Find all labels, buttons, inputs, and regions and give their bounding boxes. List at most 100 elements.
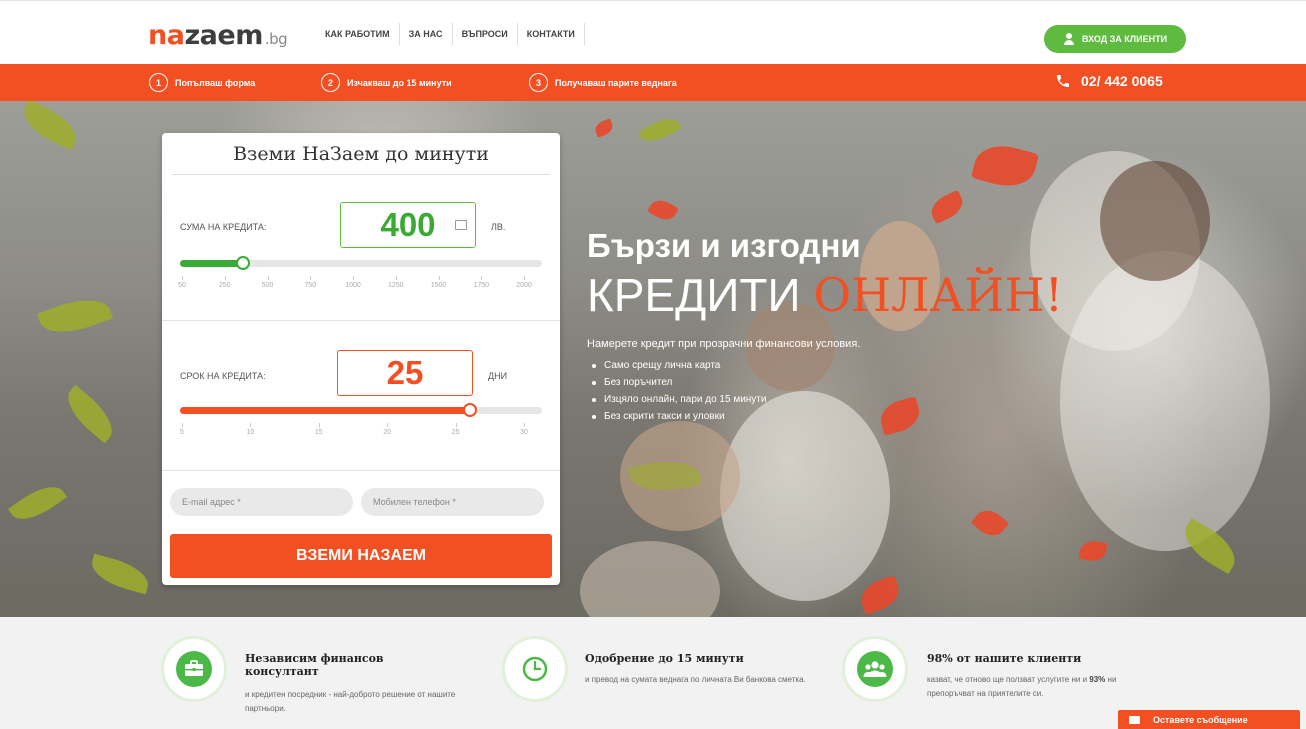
feature-approval-badge bbox=[502, 636, 568, 702]
step-2-label: Изчакваш до 15 минути bbox=[347, 77, 452, 88]
hero-bullet: Само срещу лична карта bbox=[587, 357, 1063, 374]
scale-tick-label: 1500 bbox=[430, 282, 447, 289]
hero-bullet: Изцяло онлайн, пари до 15 минути bbox=[587, 391, 1063, 408]
hero-bullets: Само срещу лична карта Без поръчител Изц… bbox=[587, 357, 1063, 425]
scale-tick bbox=[524, 423, 525, 427]
nav-how-we-work[interactable]: КАК РАБОТИМ bbox=[316, 23, 399, 45]
logo-part-zaem: zaem bbox=[184, 20, 263, 51]
scale-tick-label: 25 bbox=[451, 429, 460, 436]
loan-amount-label: СУМА НА КРЕДИТА: bbox=[180, 222, 267, 232]
loan-amount-slider[interactable] bbox=[180, 256, 542, 270]
scale-tick bbox=[318, 423, 320, 427]
feature-approval-title: Одобрение до 15 минути bbox=[585, 652, 744, 665]
nav-about-us[interactable]: ЗА НАС bbox=[398, 23, 452, 45]
leave-message-button[interactable]: Оставете съобщение bbox=[1118, 710, 1300, 729]
loan-amount-value: 400 bbox=[380, 206, 436, 243]
client-login-button[interactable]: ВХОД ЗА КЛИЕНТИ bbox=[1044, 25, 1186, 53]
scale-tick-label: 5 bbox=[180, 429, 184, 436]
phone-icon bbox=[1057, 75, 1069, 87]
loan-term-label: СРОК НА КРЕДИТА: bbox=[180, 371, 266, 381]
loan-amount-slider-fill bbox=[180, 260, 244, 267]
scale-tick-label: 50 bbox=[178, 282, 186, 289]
scale-tick-label: 250 bbox=[218, 282, 231, 289]
mobile-phone-field[interactable]: Мобилен телефон * bbox=[361, 488, 544, 516]
get-loan-button[interactable]: ВЗЕМИ НАЗАЕМ bbox=[170, 534, 552, 578]
leave-message-label: Оставете съобщение bbox=[1153, 714, 1248, 725]
feature-satisfaction: 98% от нашите клиенти казват, че отново … bbox=[842, 617, 1162, 729]
form-title-divider bbox=[172, 174, 550, 175]
user-icon bbox=[1063, 33, 1075, 45]
hero-bullet: Без скрити такси и уловки bbox=[587, 408, 1063, 425]
scale-tick bbox=[310, 276, 312, 280]
feature-approval: Одобрение до 15 минути и превод на сумат… bbox=[502, 617, 822, 729]
loan-term-scale: 5 10 15 20 25 30 bbox=[180, 423, 542, 441]
loan-term-slider[interactable] bbox=[180, 403, 542, 417]
form-title: Вземи НаЗаем до минути bbox=[233, 143, 489, 165]
scale-tick bbox=[250, 423, 252, 427]
loan-term-slider-handle[interactable] bbox=[462, 403, 477, 417]
scale-tick bbox=[387, 423, 389, 427]
hero-headline-2: КРЕДИТИ ОНЛАЙН! bbox=[587, 268, 1063, 322]
features-strip: Независим финансов консултант и кредитен… bbox=[0, 617, 1306, 729]
scale-tick bbox=[224, 276, 226, 280]
step-3-number: 3 bbox=[529, 73, 548, 92]
scale-tick-label: 500 bbox=[261, 282, 274, 289]
loan-term-slider-fill bbox=[180, 407, 470, 414]
envelope-icon bbox=[1129, 715, 1140, 724]
step-2: 2 Изчакваш до 15 минути bbox=[321, 73, 452, 92]
feature-satisfaction-text-1: казват, че отново ще ползват услугите ни… bbox=[927, 675, 1090, 684]
scale-tick-label: 1000 bbox=[345, 282, 361, 289]
logo[interactable]: nazaem .bg bbox=[148, 20, 288, 54]
step-1: 1 Попълваш форма bbox=[149, 73, 255, 92]
page: nazaem .bg КАК РАБОТИМ ЗА НАС ВЪПРОСИ КОН… bbox=[0, 0, 1306, 729]
clock-icon bbox=[517, 651, 553, 687]
loan-amount-field[interactable]: 400 bbox=[340, 202, 476, 248]
feature-consultant-badge bbox=[161, 636, 227, 702]
scale-tick bbox=[438, 276, 440, 280]
step-2-number: 2 bbox=[321, 73, 340, 92]
nav-contacts[interactable]: КОНТАКТИ bbox=[516, 23, 584, 45]
hero-text-block: Бързи и изгодни КРЕДИТИ ОНЛАЙН! Намерете… bbox=[587, 226, 1063, 425]
scale-tick bbox=[182, 276, 183, 280]
feature-consultant-description: и кредитен посредник - най-доброто решен… bbox=[245, 690, 456, 713]
hero-lead: Намерете кредит при прозрачни финансови … bbox=[587, 338, 861, 350]
scale-tick bbox=[524, 276, 525, 280]
scale-tick-label: 10 bbox=[246, 429, 255, 436]
loan-term-value: 25 bbox=[386, 354, 424, 391]
feature-approval-description: и превод на сумата веднага по личната Ви… bbox=[585, 675, 806, 684]
nav-questions[interactable]: ВЪПРОСИ bbox=[451, 23, 517, 45]
loan-term-unit: ДНИ bbox=[488, 371, 508, 381]
scale-tick-label: 15 bbox=[314, 429, 323, 436]
hero-bullet: Без поръчител bbox=[587, 374, 1063, 391]
nav-divider bbox=[583, 23, 585, 45]
scale-tick bbox=[395, 276, 397, 280]
scale-tick bbox=[182, 423, 183, 427]
scale-tick-label: 30 bbox=[520, 429, 528, 436]
feature-satisfaction-description: казват, че отново ще ползват услугите ни… bbox=[927, 673, 1152, 701]
hero-headline-2-orange: ОНЛАЙН! bbox=[813, 268, 1064, 322]
scale-tick bbox=[455, 423, 457, 427]
loan-amount-slider-handle[interactable] bbox=[236, 256, 251, 270]
calculator-icon[interactable] bbox=[455, 220, 467, 230]
client-login-label: ВХОД ЗА КЛИЕНТИ bbox=[1081, 34, 1168, 44]
main-menu: КАК РАБОТИМ ЗА НАС ВЪПРОСИ КОНТАКТИ bbox=[316, 23, 585, 45]
scale-tick-label: 2000 bbox=[516, 282, 532, 289]
step-3: 3 Получаваш парите веднага bbox=[529, 73, 677, 92]
scale-tick-label: 1750 bbox=[473, 282, 490, 289]
phone-contact[interactable]: 02/ 442 0065 bbox=[1055, 73, 1163, 89]
top-navigation: nazaem .bg КАК РАБОТИМ ЗА НАС ВЪПРОСИ КОН… bbox=[0, 0, 1306, 64]
step-1-number: 1 bbox=[149, 73, 168, 92]
scale-tick bbox=[267, 276, 269, 280]
phone-number: 02/ 442 0065 bbox=[1081, 73, 1163, 89]
hero-headline-2-white: КРЕДИТИ bbox=[587, 269, 814, 321]
loan-application-form: Вземи НаЗаем до минути СУМА НА КРЕДИТА: … bbox=[162, 133, 560, 585]
feature-consultant: Независим финансов консултант и кредитен… bbox=[161, 617, 481, 729]
loan-amount-unit: ЛВ. bbox=[491, 222, 506, 232]
loan-amount-scale: 50 250 500 750 1000 1250 1500 1750 2000 bbox=[178, 276, 542, 294]
loan-term-field[interactable]: 25 bbox=[337, 350, 473, 396]
scale-tick bbox=[353, 276, 354, 280]
email-field[interactable]: E-mail адрес * bbox=[170, 488, 353, 516]
feature-satisfaction-title: 98% от нашите клиенти bbox=[927, 652, 1082, 665]
feature-satisfaction-highlight: 93% bbox=[1089, 675, 1106, 684]
scale-tick bbox=[481, 276, 483, 280]
